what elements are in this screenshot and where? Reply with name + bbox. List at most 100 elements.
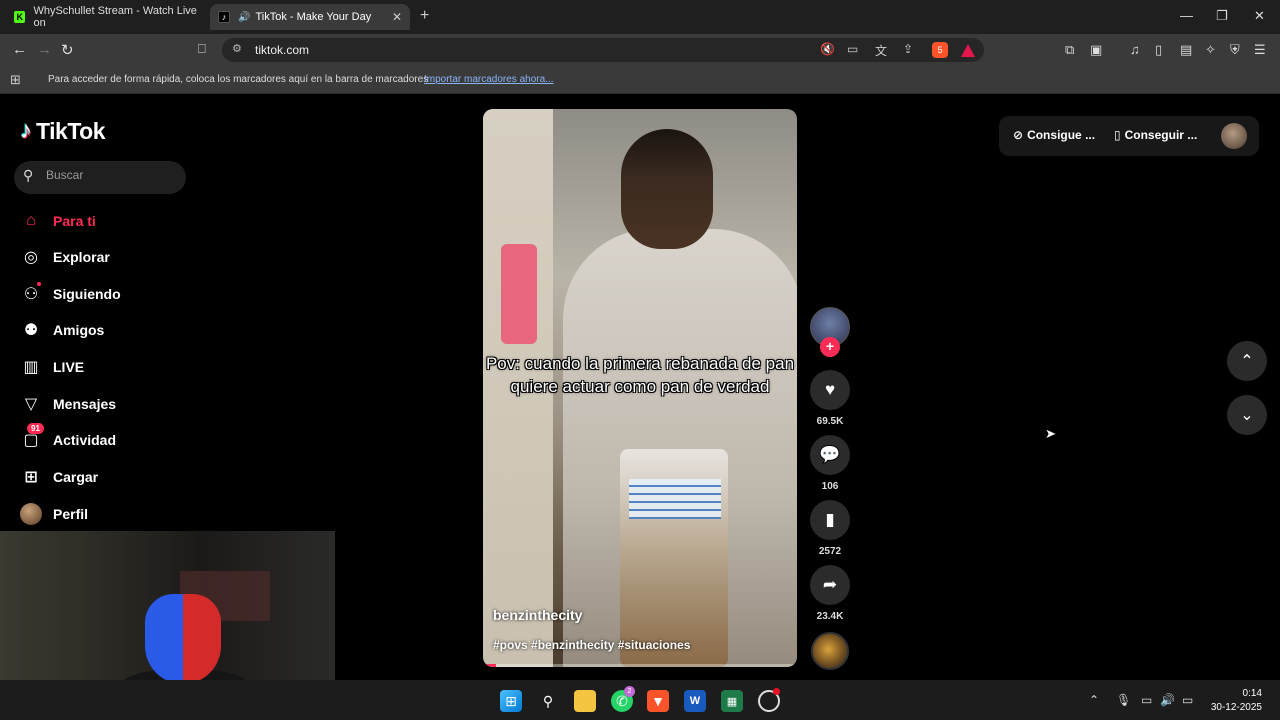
nav-item-siguiendo[interactable]: ⚇ Siguiendo [20,281,121,307]
brave-rewards-icon[interactable] [961,44,975,57]
video-author[interactable]: benzinthecity [493,607,582,623]
nav-item-actividad[interactable]: ▢ 91 Actividad [20,423,116,453]
search-icon[interactable]: ⚲ [23,167,33,184]
address-toolbar: ← → ↻ ⎕ ⚙ tiktok.com 🔇 ▭ 文 ⇪ 5 ⧉ ▣ ♫ ▯ ▤… [0,34,1280,66]
bookmark-icon: ▮ [825,510,835,529]
vpn-icon[interactable]: ⛨ [1230,42,1240,58]
mute-icon[interactable]: 🔇 [820,42,835,56]
minimize-button[interactable]: — [1180,8,1193,23]
browser-tab-strip: K WhySchullet Stream - Watch Live on ♪ 🔊… [0,0,1280,34]
compass-icon: ◎ [24,249,38,266]
close-window-button[interactable]: ✕ [1254,8,1265,24]
next-video-button[interactable]: ⌄ [1227,395,1267,435]
windows-taskbar: ⊞ ⚲ ✆ 2 ▼ W ▦ ⌃ 🎙 ▭ 🔊 ▭ 0:14 30-12-2025 [0,680,1280,720]
nav-item-perfil[interactable]: Perfil [20,501,88,527]
forward-button[interactable]: → [37,41,52,58]
nav-label: Explorar [53,249,110,265]
share-count: 23.4K [816,611,844,622]
audio-playing-icon[interactable]: 🔊 [238,12,250,23]
reload-button[interactable]: ↻ [61,41,74,59]
music-disc[interactable] [811,632,849,670]
mouse-cursor-icon: ➤ [1045,426,1056,441]
video-frame [621,129,713,249]
menu-icon[interactable]: ☰ [1254,42,1266,58]
get-app-button[interactable]: ▯ Conseguir ... [1114,128,1197,142]
kick-icon: K [14,11,26,23]
video-frame [501,244,537,344]
nav-item-live[interactable]: ▥ LIVE [20,354,84,380]
nav-label: Perfil [53,506,89,522]
nav-item-cargar[interactable]: ⊞ Cargar [20,464,98,490]
volume-icon[interactable]: 🔊 [1160,693,1175,707]
tiktok-logo[interactable]: ♪ TikTok [20,117,106,145]
video-hashtags[interactable]: #povs #benzinthecity #situaciones [493,638,690,652]
comment-button[interactable]: 💬 [810,435,850,475]
maximize-button[interactable]: ❐ [1216,8,1228,24]
apps-grid-icon[interactable]: ⊞ [10,72,21,88]
search-icon[interactable]: ⚲ [537,690,559,712]
tiktok-icon: ♪ [218,11,230,23]
word-icon[interactable]: W [684,690,706,712]
chevron-down-icon: ⌄ [1240,407,1254,424]
nav-label: Mensajes [53,396,117,412]
like-button[interactable]: ♥ [810,370,850,410]
avatar [20,503,42,525]
start-button[interactable]: ⊞ [500,690,522,712]
file-explorer-icon[interactable] [574,690,596,712]
video-caption: Pov: cuando la primera rebanada de pan q… [485,354,795,396]
tab-tiktok[interactable]: ♪ 🔊 TikTok - Make Your Day ✕ [210,4,410,30]
share-icon[interactable]: ⇪ [903,42,913,56]
address-bar[interactable]: ⚙ tiktok.com 🔇 ▭ 文 ⇪ 5 [222,38,984,62]
site-info-icon[interactable]: ⚙ [232,42,242,55]
brave-browser-icon[interactable]: ▼ [647,690,669,712]
system-clock[interactable]: 0:14 30-12-2025 [1206,687,1262,715]
bookmark-icon[interactable]: ⎕ [198,41,206,57]
search-input[interactable] [46,168,176,182]
logo-text: TikTok [36,117,106,144]
send-icon: ▽ [24,396,38,413]
leo-ai-icon[interactable]: ✧ [1205,42,1216,58]
get-coins-button[interactable]: ⊘ Consigue ... [1013,128,1095,142]
top-actions-bar: ⊘ Consigue ... ▯ Conseguir ... [999,116,1259,156]
wallet-icon[interactable]: ▤ [1180,42,1192,58]
screenshot-icon[interactable]: ▣ [1090,42,1102,58]
nav-label: Siguiendo [53,286,121,302]
chevron-up-icon[interactable]: ⌃ [1089,693,1099,707]
chevron-up-icon: ⌃ [1240,353,1254,370]
extensions-icon[interactable]: ⧉ [1065,42,1074,58]
cast-icon[interactable]: ▭ [847,42,858,56]
clock-time: 0:14 [1242,688,1262,699]
url-text: tiktok.com [255,43,310,57]
sidebar-icon[interactable]: ▯ [1155,42,1162,58]
video-progress-bar[interactable] [483,664,797,667]
battery-icon[interactable]: ▭ [1182,693,1193,707]
heart-icon: ♥ [824,380,836,399]
new-tab-button[interactable]: + [420,7,429,25]
close-tab-icon[interactable]: ✕ [392,10,402,24]
display-icon[interactable]: ▭ [1141,693,1152,707]
live-icon: ▥ [23,359,39,376]
tab-kick-stream[interactable]: K WhySchullet Stream - Watch Live on [8,4,204,30]
nav-item-explorar[interactable]: ◎ Explorar [20,244,110,270]
back-button[interactable]: ← [12,41,27,58]
save-button[interactable]: ▮ [810,500,850,540]
nav-item-para-ti[interactable]: ⌂ Para ti [20,208,96,234]
upload-icon: ⊞ [24,469,38,486]
spreadsheet-icon[interactable]: ▦ [721,690,743,712]
tab-title: TikTok - Make Your Day [255,11,372,23]
follow-plus-icon[interactable]: + [820,337,840,357]
share-button[interactable]: ➦ [810,565,850,605]
previous-video-button[interactable]: ⌃ [1227,341,1267,381]
microphone-icon[interactable]: 🎙 [1116,693,1131,707]
nav-item-mensajes[interactable]: ▽ Mensajes [20,391,116,417]
user-avatar[interactable] [1221,123,1247,149]
media-controls-icon[interactable]: ♫ [1130,42,1140,57]
search-box[interactable]: ⚲ [14,161,186,194]
tiktok-logo-icon: ♪ [20,117,32,144]
nav-item-amigos[interactable]: ⚉ Amigos [20,317,105,343]
video-player[interactable]: Pov: cuando la primera rebanada de pan q… [483,109,797,667]
translate-icon[interactable]: 文 [875,42,887,59]
nav-label: Cargar [53,469,99,485]
import-bookmarks-link[interactable]: Importar marcadores ahora... [424,74,554,85]
brave-shields-icon[interactable]: 5 [932,42,948,58]
